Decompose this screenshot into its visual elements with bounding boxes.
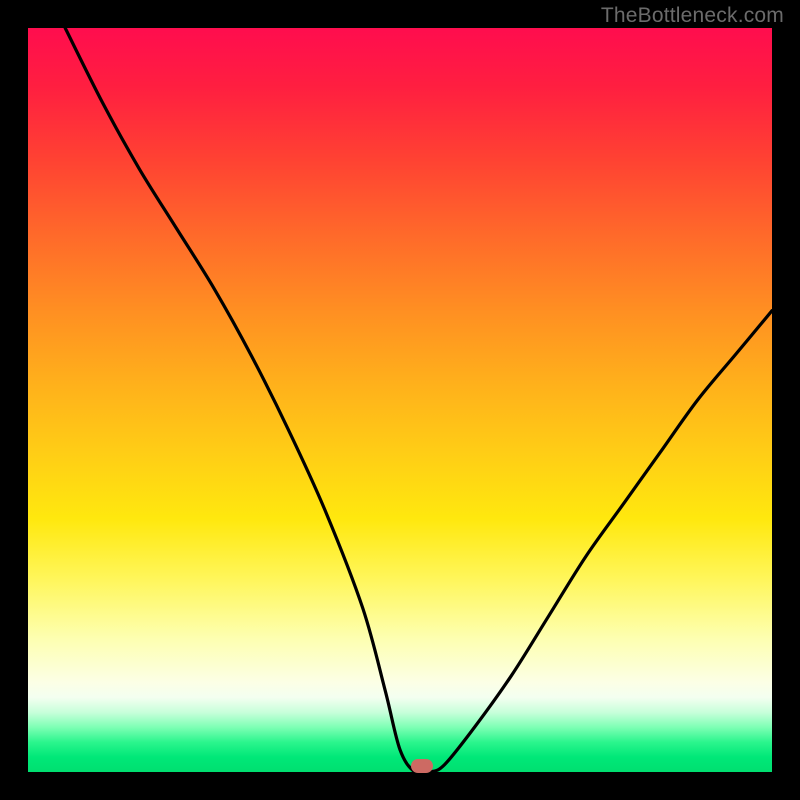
- bottleneck-curve: [28, 28, 772, 772]
- curve-path: [65, 28, 772, 774]
- plot-area: [28, 28, 772, 772]
- attribution-text: TheBottleneck.com: [601, 4, 784, 28]
- chart-frame: TheBottleneck.com: [0, 0, 800, 800]
- optimal-point-marker: [411, 759, 433, 773]
